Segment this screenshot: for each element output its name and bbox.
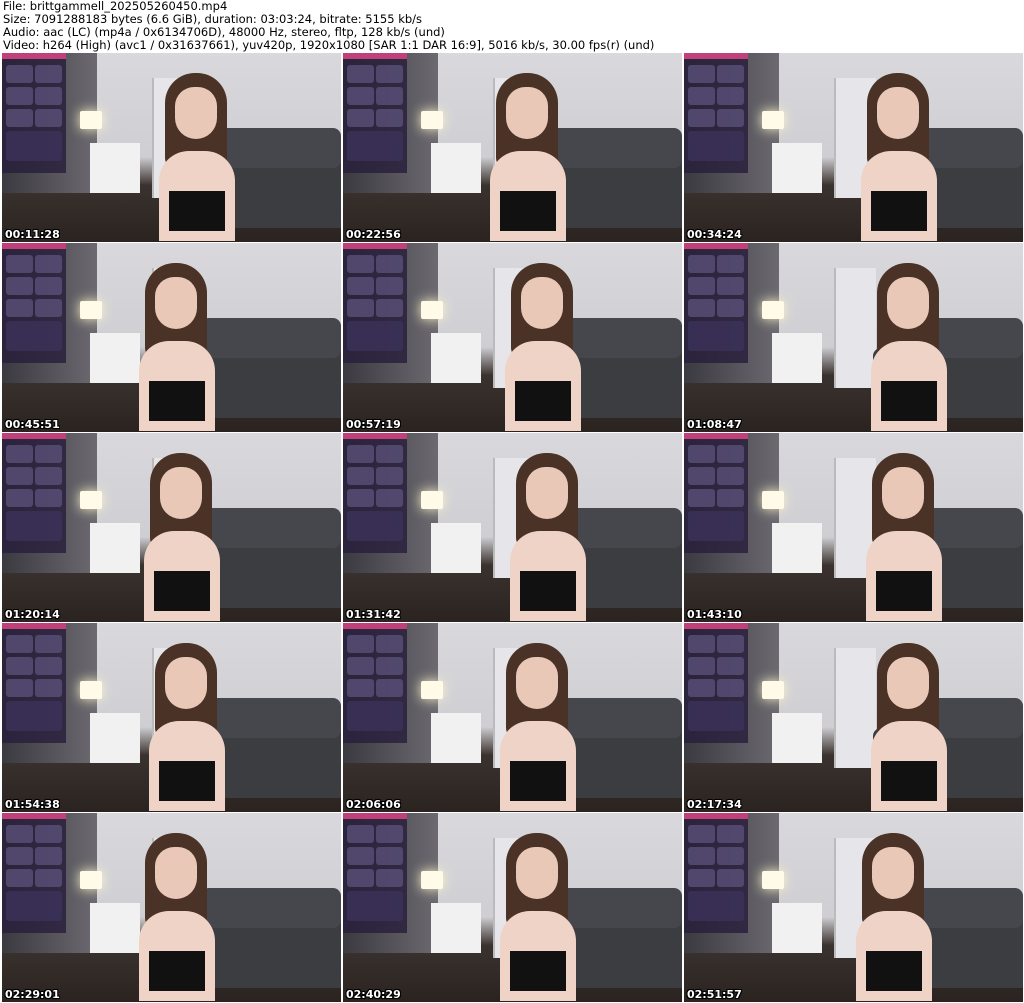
stream-overlay-panel [343,243,407,363]
stream-overlay-panel [2,433,66,553]
stream-overlay-panel [2,813,66,933]
video-thumbnail: 02:17:34 [684,623,1023,812]
timestamp: 01:31:42 [346,608,401,621]
person [859,263,959,432]
video-thumbnail: 00:34:24 [684,53,1023,242]
side-table [431,333,481,383]
person [854,453,954,622]
stream-overlay-panel [684,813,748,933]
stream-overlay-panel [343,53,407,173]
video-thumbnail: 00:45:51 [2,243,341,432]
stream-overlay-panel [2,623,66,743]
stream-overlay-panel [684,53,748,173]
person [488,643,588,812]
video-thumbnail: 01:54:38 [2,623,341,812]
person [127,833,227,1002]
lamp [762,491,784,509]
stream-overlay-panel [684,433,748,553]
lamp [421,111,443,129]
side-table [431,903,481,953]
file-info-header: File: brittgammell_202505260450.mp4 Size… [3,0,654,52]
stream-overlay-panel [684,243,748,363]
person [488,833,588,1002]
side-table [431,523,481,573]
person [493,263,593,432]
side-table [431,713,481,763]
timestamp: 00:57:19 [346,418,401,431]
stream-overlay-panel [343,433,407,553]
video-thumbnail: 02:51:57 [684,813,1023,1002]
video-thumbnail: 00:57:19 [343,243,682,432]
video-thumbnail: 01:08:47 [684,243,1023,432]
side-table [90,713,140,763]
stream-overlay-panel [2,53,66,173]
lamp [80,301,102,319]
video-thumbnail: 01:20:14 [2,433,341,622]
person [147,73,247,242]
side-table [772,333,822,383]
side-table [90,143,140,193]
side-table [772,143,822,193]
video-thumbnail: 01:43:10 [684,433,1023,622]
video-thumbnail: 01:31:42 [343,433,682,622]
lamp [80,491,102,509]
timestamp: 01:08:47 [687,418,742,431]
stream-overlay-panel [684,623,748,743]
lamp [762,301,784,319]
timestamp: 02:17:34 [687,798,742,811]
lamp [421,491,443,509]
video-thumbnail: 02:29:01 [2,813,341,1002]
video-thumbnail: 02:06:06 [343,623,682,812]
video-thumbnail: 00:22:56 [343,53,682,242]
person [137,643,237,812]
thumbnail-grid: 00:11:28 00:22:56 00:34:24 00:45:51 00:57:19… [2,53,1023,1002]
stream-overlay-panel [343,623,407,743]
lamp [80,111,102,129]
side-table [772,713,822,763]
timestamp: 02:40:29 [346,988,401,1001]
stream-overlay-panel [343,813,407,933]
person [849,73,949,242]
video-thumbnail: 02:40:29 [343,813,682,1002]
timestamp: 00:22:56 [346,228,401,241]
side-table [772,523,822,573]
timestamp: 02:06:06 [346,798,401,811]
stream-overlay-panel [2,243,66,363]
timestamp: 02:29:01 [5,988,60,1001]
person [844,833,944,1002]
person [132,453,232,622]
person [498,453,598,622]
video-info: Video: h264 (High) (avc1 / 0x31637661), … [3,38,655,52]
person [859,643,959,812]
lamp [421,301,443,319]
lamp [80,681,102,699]
lamp [421,681,443,699]
video-thumbnail: 00:11:28 [2,53,341,242]
lamp [80,871,102,889]
lamp [762,111,784,129]
timestamp: 02:51:57 [687,988,742,1001]
lamp [762,681,784,699]
side-table [431,143,481,193]
timestamp: 00:11:28 [5,228,60,241]
timestamp: 00:34:24 [687,228,742,241]
timestamp: 01:54:38 [5,798,60,811]
person [478,73,578,242]
side-table [772,903,822,953]
timestamp: 01:20:14 [5,608,60,621]
timestamp: 00:45:51 [5,418,60,431]
person [127,263,227,432]
lamp [762,871,784,889]
lamp [421,871,443,889]
timestamp: 01:43:10 [687,608,742,621]
